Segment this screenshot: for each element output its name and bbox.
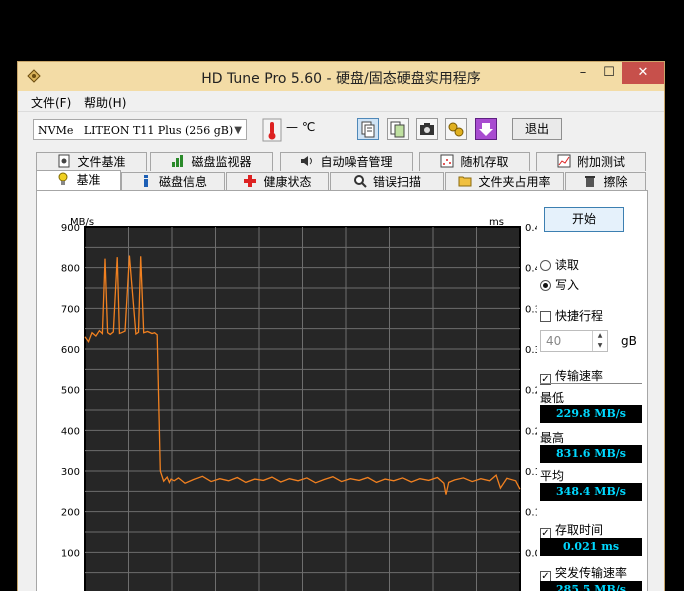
options-button[interactable] <box>445 118 467 140</box>
trash-icon <box>585 176 596 187</box>
extra-tests-icon <box>557 154 571 168</box>
left-tick-label: 400 <box>61 426 80 437</box>
file-benchmark-icon <box>58 154 70 168</box>
read-radio-circle <box>540 260 551 271</box>
app-window: HD Tune Pro 5.60 - 硬盘/固态硬盘实用程序 – ☐ ✕ 文件(… <box>17 61 665 591</box>
health-cross-icon <box>244 175 257 187</box>
copy-screenshot-button[interactable] <box>387 118 409 140</box>
magnifier-icon <box>353 175 367 188</box>
access-time-value: 0.021 ms <box>540 538 642 556</box>
tab-disk-monitor[interactable]: 磁盘监视器 <box>150 152 273 171</box>
tab-random-access[interactable]: 随机存取 <box>419 152 530 171</box>
tab-error-scan[interactable]: 错误扫描 <box>330 172 444 191</box>
right-tick-label: 0.45 <box>525 223 537 234</box>
left-axis-unit: MB/s <box>70 217 94 228</box>
drive-select[interactable]: NVMe LITEON T11 Plus (256 gB) ▼ <box>33 119 247 140</box>
screenshot-button[interactable] <box>416 118 438 140</box>
left-tick-label: 300 <box>61 467 80 478</box>
benchmark-icon <box>58 172 68 185</box>
left-tick-label: 100 <box>61 548 80 559</box>
left-tick-label: 800 <box>61 264 80 275</box>
random-access-icon <box>440 154 454 168</box>
menu-bar: 文件(F) 帮助(H) <box>18 91 664 111</box>
read-radio[interactable]: 读取 <box>540 256 579 273</box>
tab-extra-tests[interactable]: 附加测试 <box>536 152 646 171</box>
avg-label: 平均 <box>540 469 565 483</box>
camera-icon <box>420 123 434 135</box>
left-tick-label: 700 <box>61 304 80 315</box>
spinner-arrows-icon[interactable]: ▲ ▼ <box>592 331 607 351</box>
maximize-button[interactable]: ☐ <box>596 62 622 84</box>
min-value: 229.8 MB/s <box>540 405 642 423</box>
right-tick-label: 0.05 <box>525 548 537 559</box>
tab-health[interactable]: 健康状态 <box>226 172 329 191</box>
chevron-down-icon: ▼ <box>234 125 242 136</box>
quick-stroke-checkbox[interactable]: 快捷行程 <box>540 307 603 324</box>
info-icon <box>143 175 148 187</box>
right-tick-label: 0.40 <box>525 264 537 275</box>
drive-select-value: NVMe LITEON T11 Plus (256 gB) <box>38 124 234 137</box>
copy-info-button[interactable] <box>357 118 379 140</box>
write-radio-circle <box>540 280 551 291</box>
quick-stroke-spinner[interactable]: 40 ▲ ▼ <box>540 330 608 352</box>
disk-monitor-icon <box>172 155 184 167</box>
thermometer-icon <box>262 118 282 142</box>
exit-button[interactable]: 退出 <box>512 118 562 140</box>
start-button[interactable]: 开始 <box>544 207 624 232</box>
menu-file[interactable]: 文件(F) <box>31 94 71 111</box>
quick-stroke-unit: gB <box>621 334 637 348</box>
folder-icon <box>458 176 472 187</box>
write-radio[interactable]: 写入 <box>540 276 579 293</box>
close-button[interactable]: ✕ <box>622 62 664 84</box>
right-tick-label: 0.15 <box>525 467 537 478</box>
left-tick-label: 500 <box>61 386 80 397</box>
tab-file-benchmark[interactable]: 文件基准 <box>36 152 147 171</box>
tab-noise-management[interactable]: 自动噪音管理 <box>280 152 413 171</box>
tools-icon <box>448 122 464 137</box>
transfer-chart: 9008007006005004003002001000.450.400.350… <box>61 217 537 591</box>
right-tick-label: 0.20 <box>525 426 537 437</box>
tab-folder-usage[interactable]: 文件夹占用率 <box>445 172 564 191</box>
copy-image-icon <box>390 121 405 138</box>
copy-text-icon <box>361 121 375 138</box>
left-tick-label: 200 <box>61 508 80 519</box>
divider <box>540 383 642 384</box>
left-tick-label: 600 <box>61 345 80 356</box>
right-tick-label: 0.35 <box>525 304 537 315</box>
right-axis-unit: ms <box>489 217 504 228</box>
tab-erase[interactable]: 擦除 <box>565 172 646 191</box>
menu-help[interactable]: 帮助(H) <box>84 94 126 111</box>
toolbar: NVMe LITEON T11 Plus (256 gB) ▼ — ℃ 退出 <box>18 111 664 148</box>
speaker-icon <box>301 156 313 166</box>
save-button[interactable] <box>475 118 497 140</box>
min-label: 最低 <box>540 391 565 405</box>
max-label: 最高 <box>540 431 565 445</box>
access-time-checkbox[interactable]: ✓ 存取时间 <box>540 521 603 539</box>
title-bar[interactable]: HD Tune Pro 5.60 - 硬盘/固态硬盘实用程序 – ☐ ✕ <box>18 62 664 91</box>
max-value: 831.6 MB/s <box>540 445 642 463</box>
window-title: HD Tune Pro 5.60 - 硬盘/固态硬盘实用程序 <box>201 71 481 87</box>
tab-benchmark[interactable]: 基准 <box>36 170 121 191</box>
burst-rate-checkbox[interactable]: ✓ 突发传输速率 <box>540 564 627 582</box>
minimize-button[interactable]: – <box>570 62 596 84</box>
right-tick-label: 0.10 <box>525 508 537 519</box>
download-arrow-icon <box>479 123 493 136</box>
temperature-readout: — ℃ <box>286 120 316 134</box>
tab-disk-info[interactable]: 磁盘信息 <box>121 172 225 191</box>
right-tick-label: 0.30 <box>525 345 537 356</box>
benchmark-panel: 9008007006005004003002001000.450.400.350… <box>36 190 648 591</box>
checkbox-box <box>540 311 551 322</box>
right-tick-label: 0.25 <box>525 386 537 397</box>
avg-value: 348.4 MB/s <box>540 483 642 501</box>
